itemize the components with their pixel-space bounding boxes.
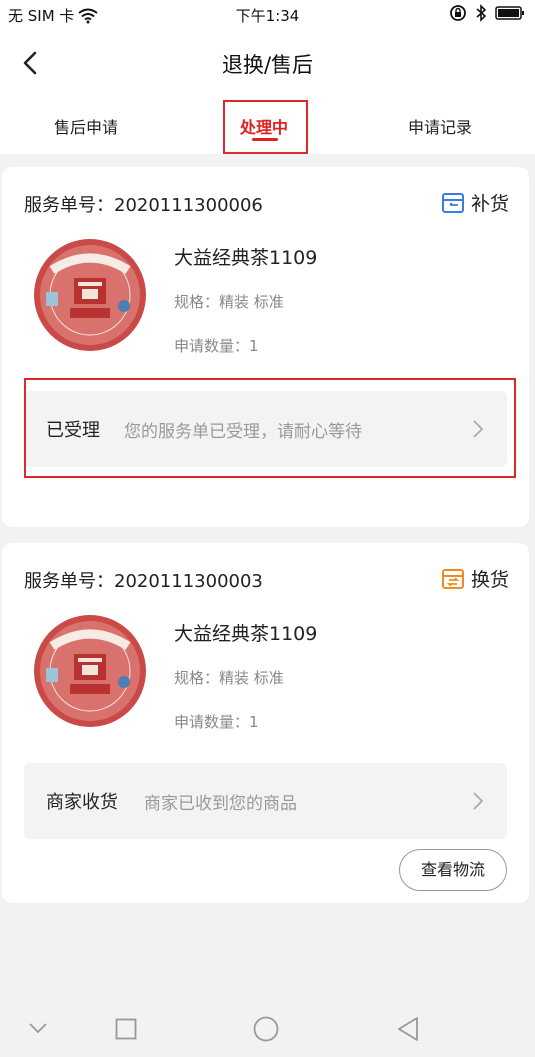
order-status-row[interactable]: 商家收货 商家已收到您的商品 bbox=[24, 763, 507, 839]
replenish-box-icon bbox=[441, 192, 464, 213]
product-name: 大益经典茶1109 bbox=[174, 247, 318, 269]
chevron-right-icon bbox=[473, 792, 484, 810]
chevron-down-icon[interactable] bbox=[28, 1022, 48, 1034]
tab-highlight-box bbox=[223, 100, 308, 154]
view-logistics-button[interactable]: 查看物流 bbox=[399, 849, 507, 891]
tab-apply-records[interactable]: 申请记录 bbox=[408, 114, 472, 138]
tab-after-sales-apply[interactable]: 售后申请 bbox=[54, 114, 118, 138]
status-description: 商家已收到您的商品 bbox=[144, 794, 297, 814]
product-spec: 规格：精装 标准 bbox=[174, 293, 284, 311]
status-highlight-box bbox=[24, 378, 516, 478]
service-number: 服务单号：2020111300006 bbox=[24, 195, 263, 216]
page-title: 退换/售后 bbox=[221, 53, 314, 77]
service-type-label: 换货 bbox=[470, 569, 509, 591]
service-type-badge: 补货 bbox=[441, 189, 509, 216]
recent-apps-icon[interactable] bbox=[115, 1018, 137, 1040]
bluetooth-icon bbox=[476, 4, 487, 22]
product-image[interactable] bbox=[26, 608, 154, 734]
service-type-badge: 换货 bbox=[441, 565, 509, 592]
status-bar: 无 SIM 卡 下午1:34 bbox=[0, 0, 535, 30]
system-nav-bar bbox=[0, 1000, 535, 1057]
product-image[interactable] bbox=[26, 232, 154, 358]
status-label: 商家收货 bbox=[46, 792, 118, 813]
product-spec: 规格：精装 标准 bbox=[174, 669, 284, 687]
back-triangle-icon[interactable] bbox=[396, 1016, 420, 1042]
product-name: 大益经典茶1109 bbox=[174, 623, 318, 645]
apply-quantity: 申请数量：1 bbox=[174, 713, 259, 731]
service-type-label: 补货 bbox=[470, 193, 509, 215]
battery-icon bbox=[495, 6, 524, 20]
rotation-lock-icon bbox=[450, 5, 466, 21]
home-icon[interactable] bbox=[253, 1016, 279, 1042]
exchange-box-icon bbox=[441, 568, 464, 589]
status-right bbox=[449, 4, 525, 22]
nav-bar: 退换/售后 bbox=[0, 30, 535, 96]
service-number: 服务单号：2020111300003 bbox=[24, 571, 263, 592]
apply-quantity: 申请数量：1 bbox=[174, 337, 259, 355]
